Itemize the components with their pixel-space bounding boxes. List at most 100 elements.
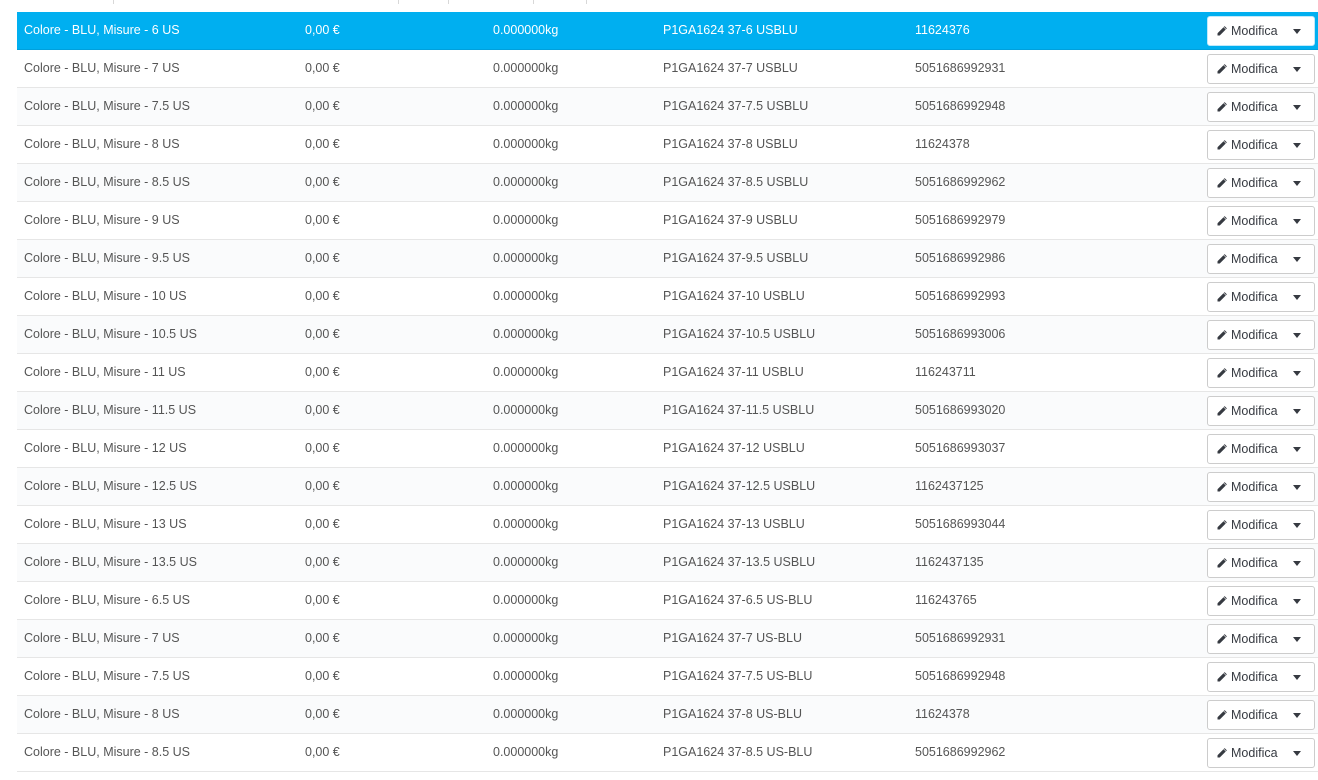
edit-button[interactable]: Modifica	[1208, 663, 1279, 691]
table-row[interactable]: Colore - BLU, Misure - 13 US 0,00 € 0.0000…	[17, 506, 1318, 544]
table-row[interactable]: Colore - BLU, Misure - 7 US 0,00 € 0.00000…	[17, 50, 1318, 88]
table-row[interactable]: Colore - BLU, Misure - 13.5 US 0,00 € 0.00…	[17, 544, 1318, 582]
row-actions: Modifica	[1207, 510, 1315, 540]
actions-dropdown-toggle[interactable]	[1279, 321, 1314, 349]
actions-dropdown-toggle[interactable]	[1279, 549, 1314, 577]
edit-button-label: Modifica	[1231, 328, 1278, 342]
edit-button[interactable]: Modifica	[1208, 245, 1279, 273]
combination-price: 0,00 €	[305, 289, 340, 303]
actions-dropdown-toggle[interactable]	[1279, 511, 1314, 539]
table-row[interactable]: Colore - BLU, Misure - 7.5 US 0,00 € 0.000…	[17, 658, 1318, 696]
table-row[interactable]: Colore - BLU, Misure - 6.5 US 0,00 € 0.000…	[17, 582, 1318, 620]
combination-weight: 0.000000kg	[493, 441, 559, 455]
actions-dropdown-toggle[interactable]	[1279, 55, 1314, 83]
table-row[interactable]: Colore - BLU, Misure - 8.5 US 0,00 € 0.000…	[17, 164, 1318, 202]
header-divider	[448, 0, 449, 4]
caret-down-icon	[1292, 560, 1301, 566]
row-actions: Modifica	[1207, 244, 1315, 274]
combination-weight: 0.000000kg	[493, 517, 559, 531]
combination-price: 0,00 €	[305, 479, 340, 493]
actions-dropdown-toggle[interactable]	[1279, 739, 1314, 767]
table-row[interactable]: Colore - BLU, Misure - 7.5 US 0,00 € 0.000…	[17, 88, 1318, 126]
table-row[interactable]: Colore - BLU, Misure - 10.5 US 0,00 € 0.00…	[17, 316, 1318, 354]
edit-button[interactable]: Modifica	[1208, 131, 1279, 159]
combination-name: Colore - BLU, Misure - 8.5 US	[24, 175, 191, 189]
edit-button[interactable]: Modifica	[1208, 511, 1279, 539]
edit-button[interactable]: Modifica	[1208, 625, 1279, 653]
actions-dropdown-toggle[interactable]	[1279, 93, 1314, 121]
table-row[interactable]: Colore - BLU, Misure - 10 US 0,00 € 0.0000…	[17, 278, 1318, 316]
combination-ean: 5051686992993	[915, 289, 1006, 303]
edit-button[interactable]: Modifica	[1208, 55, 1279, 83]
header-divider	[586, 0, 587, 4]
combination-reference: P1GA1624 37-13.5 USBLU	[663, 555, 816, 569]
combination-name: Colore - BLU, Misure - 8.5 US	[24, 745, 191, 759]
edit-button-label: Modifica	[1231, 594, 1278, 608]
row-actions: Modifica	[1207, 738, 1315, 768]
actions-dropdown-toggle[interactable]	[1279, 663, 1314, 691]
pencil-icon	[1216, 329, 1231, 341]
table-row[interactable]: Colore - BLU, Misure - 12 US 0,00 € 0.0000…	[17, 430, 1318, 468]
header-divider	[533, 0, 534, 4]
edit-button[interactable]: Modifica	[1208, 321, 1279, 349]
combination-name: Colore - BLU, Misure - 13 US	[24, 517, 187, 531]
actions-dropdown-toggle[interactable]	[1279, 169, 1314, 197]
caret-down-icon	[1292, 598, 1301, 604]
table-row[interactable]: Colore - BLU, Misure - 9 US 0,00 € 0.00000…	[17, 202, 1318, 240]
combination-ean: 5051686992948	[915, 669, 1006, 683]
edit-button-label: Modifica	[1231, 290, 1278, 304]
edit-button[interactable]: Modifica	[1208, 397, 1279, 425]
table-row[interactable]: Colore - BLU, Misure - 8.5 US 0,00 € 0.000…	[17, 734, 1318, 772]
actions-dropdown-toggle[interactable]	[1279, 587, 1314, 615]
table-row[interactable]: Colore - BLU, Misure - 8 US 0,00 € 0.00000…	[17, 696, 1318, 734]
combination-name: Colore - BLU, Misure - 11.5 US	[24, 403, 197, 417]
edit-button[interactable]: Modifica	[1208, 549, 1279, 577]
actions-dropdown-toggle[interactable]	[1279, 701, 1314, 729]
table-row[interactable]: Colore - BLU, Misure - 9.5 US 0,00 € 0.000…	[17, 240, 1318, 278]
edit-button[interactable]: Modifica	[1208, 701, 1279, 729]
table-row[interactable]: Colore - BLU, Misure - 12.5 US 0,00 € 0.00…	[17, 468, 1318, 506]
edit-button[interactable]: Modifica	[1208, 359, 1279, 387]
edit-button-label: Modifica	[1231, 746, 1278, 760]
actions-dropdown-toggle[interactable]	[1279, 207, 1314, 235]
edit-button[interactable]: Modifica	[1208, 473, 1279, 501]
table-row[interactable]: Colore - BLU, Misure - 11.5 US 0,00 € 0.00…	[17, 392, 1318, 430]
actions-dropdown-toggle[interactable]	[1279, 625, 1314, 653]
combination-ean: 5051686992931	[915, 631, 1006, 645]
edit-button-label: Modifica	[1231, 556, 1278, 570]
edit-button[interactable]: Modifica	[1208, 169, 1279, 197]
combination-price: 0,00 €	[305, 327, 340, 341]
edit-button[interactable]: Modifica	[1208, 435, 1279, 463]
row-actions: Modifica	[1207, 282, 1315, 312]
actions-dropdown-toggle[interactable]	[1279, 473, 1314, 501]
actions-dropdown-toggle[interactable]	[1279, 397, 1314, 425]
edit-button[interactable]: Modifica	[1208, 739, 1279, 767]
actions-dropdown-toggle[interactable]	[1279, 17, 1314, 45]
combination-ean: 5051686992931	[915, 61, 1006, 75]
table-row[interactable]: Colore - BLU, Misure - 8 US 0,00 € 0.00000…	[17, 126, 1318, 164]
combination-name: Colore - BLU, Misure - 10 US	[24, 289, 187, 303]
actions-dropdown-toggle[interactable]	[1279, 283, 1314, 311]
table-row[interactable]: Colore - BLU, Misure - 11 US 0,00 € 0.0000…	[17, 354, 1318, 392]
actions-dropdown-toggle[interactable]	[1279, 435, 1314, 463]
combination-reference: P1GA1624 37-9 USBLU	[663, 213, 798, 227]
combination-ean: 1162437125	[915, 479, 984, 493]
edit-button[interactable]: Modifica	[1208, 93, 1279, 121]
combination-weight: 0.000000kg	[493, 137, 559, 151]
combination-reference: P1GA1624 37-8.5 USBLU	[663, 175, 809, 189]
table-row[interactable]: Colore - BLU, Misure - 6 US 0,00 € 0.00000…	[17, 12, 1318, 50]
caret-down-icon	[1292, 408, 1301, 414]
table-row[interactable]: Colore - BLU, Misure - 7 US 0,00 € 0.00000…	[17, 620, 1318, 658]
pencil-icon	[1216, 139, 1231, 151]
pencil-icon	[1216, 101, 1231, 113]
actions-dropdown-toggle[interactable]	[1279, 245, 1314, 273]
edit-button[interactable]: Modifica	[1208, 587, 1279, 615]
edit-button[interactable]: Modifica	[1208, 283, 1279, 311]
pencil-icon	[1216, 25, 1231, 37]
edit-button[interactable]: Modifica	[1208, 207, 1279, 235]
combination-reference: P1GA1624 37-7 US-BLU	[663, 631, 802, 645]
actions-dropdown-toggle[interactable]	[1279, 131, 1314, 159]
actions-dropdown-toggle[interactable]	[1279, 359, 1314, 387]
header-divider	[398, 0, 399, 4]
edit-button[interactable]: Modifica	[1208, 17, 1279, 45]
